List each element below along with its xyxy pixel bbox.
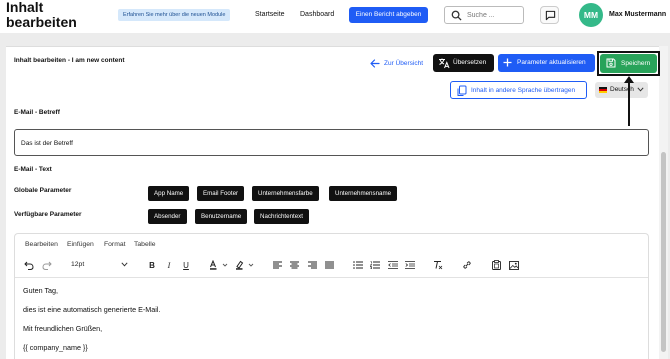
bold-icon[interactable]: B bbox=[146, 259, 158, 271]
subject-input[interactable] bbox=[21, 138, 621, 148]
nav-startseite[interactable]: Startseite bbox=[255, 11, 285, 18]
save-button-label: Speichern bbox=[621, 60, 651, 67]
report-button[interactable]: Einen Bericht abgeben bbox=[349, 7, 428, 23]
update-parameters-label: Parameter aktualisieren bbox=[517, 59, 586, 66]
new-modules-badge[interactable]: Erfahren Sie mehr über die neuen Module bbox=[118, 9, 231, 21]
save-button[interactable]: Speichern bbox=[600, 54, 657, 73]
indent-icon[interactable] bbox=[404, 259, 416, 271]
bullet-list-icon[interactable] bbox=[352, 259, 364, 271]
back-link-label: Zur Übersicht bbox=[384, 60, 424, 67]
param-chip-company-color[interactable]: Unternehmensfarbe bbox=[252, 186, 319, 201]
menu-format[interactable]: Format bbox=[104, 241, 126, 248]
subject-label: E-Mail - Betreff bbox=[14, 109, 60, 116]
translate-button-label: Übersetzen bbox=[453, 59, 487, 66]
page-title: Inhalt bearbeiten - I am new content bbox=[14, 57, 125, 64]
menu-table[interactable]: Tabelle bbox=[134, 241, 156, 248]
top-header: Inhalt bearbeiten Erfahren Sie mehr über… bbox=[0, 0, 670, 33]
annotation-arrow-line bbox=[628, 82, 630, 126]
translate-button[interactable]: Übersetzen bbox=[433, 54, 494, 72]
german-flag-icon bbox=[599, 87, 607, 93]
avatar[interactable]: MM bbox=[579, 3, 603, 27]
italic-icon[interactable]: I bbox=[163, 259, 175, 271]
translate-icon bbox=[439, 58, 450, 69]
param-chip-app-name[interactable]: App Name bbox=[148, 186, 190, 201]
chat-icon bbox=[545, 10, 556, 21]
available-parameters-label: Verfügbare Parameter bbox=[14, 211, 82, 218]
chevron-down-icon bbox=[637, 87, 644, 92]
chevron-down-icon bbox=[121, 262, 128, 267]
transfer-language-button[interactable]: Inhalt in andere Sprache übertragen bbox=[450, 81, 587, 99]
align-justify-icon[interactable] bbox=[323, 259, 335, 271]
undo-icon[interactable] bbox=[23, 259, 35, 271]
menu-edit[interactable]: Bearbeiten bbox=[25, 241, 58, 248]
align-left-icon[interactable] bbox=[271, 259, 283, 271]
editor-line-body[interactable]: dies ist eine automatisch generierte E-M… bbox=[23, 305, 160, 314]
search-icon bbox=[451, 10, 462, 21]
subject-field[interactable] bbox=[14, 129, 649, 156]
update-parameters-button[interactable]: Parameter aktualisieren bbox=[498, 54, 595, 72]
nav-dashboard[interactable]: Dashboard bbox=[300, 11, 334, 18]
param-chip-company-name[interactable]: Unternehmensname bbox=[329, 186, 398, 201]
font-size-select[interactable]: 12pt bbox=[66, 259, 130, 272]
plus-icon bbox=[503, 58, 512, 67]
user-name[interactable]: Max Mustermann bbox=[609, 11, 666, 18]
image-icon[interactable] bbox=[508, 259, 520, 271]
editor-line-company-placeholder[interactable]: {{ company_name }} bbox=[23, 343, 88, 352]
editor-line-greeting[interactable]: Guten Tag, bbox=[23, 286, 58, 295]
copy-icon bbox=[457, 85, 467, 96]
param-chip-sender[interactable]: Absender bbox=[148, 209, 187, 224]
arrow-left-icon bbox=[370, 59, 380, 68]
toolbar-divider bbox=[15, 277, 648, 278]
align-center-icon[interactable] bbox=[288, 259, 300, 271]
highlight-icon[interactable] bbox=[235, 259, 255, 271]
messages-button[interactable] bbox=[540, 6, 559, 24]
clear-format-icon[interactable] bbox=[432, 259, 444, 271]
menu-insert[interactable]: Einfügen bbox=[67, 241, 94, 248]
param-chip-message-text[interactable]: Nachrichtentext bbox=[254, 209, 309, 224]
email-text-label: E-Mail - Text bbox=[14, 166, 52, 173]
search-input[interactable] bbox=[467, 10, 521, 21]
app-title-line-2: bearbeiten bbox=[6, 14, 77, 30]
editor-line-closing[interactable]: Mit freundlichen Grüßen, bbox=[23, 324, 102, 333]
redo-icon[interactable] bbox=[41, 259, 53, 271]
paste-icon[interactable] bbox=[490, 259, 502, 271]
rich-text-editor bbox=[14, 233, 649, 359]
param-chip-username[interactable]: Benutzername bbox=[195, 209, 248, 224]
font-size-value: 12pt bbox=[71, 261, 85, 268]
numbered-list-icon[interactable] bbox=[369, 259, 381, 271]
search-box[interactable] bbox=[444, 6, 524, 24]
text-color-icon[interactable] bbox=[209, 259, 229, 271]
app-title: Inhalt bearbeiten bbox=[6, 0, 77, 30]
language-select[interactable]: Deutsch bbox=[595, 82, 648, 98]
scrollbar-thumb[interactable] bbox=[661, 152, 666, 352]
floppy-disk-icon bbox=[606, 58, 616, 68]
app-title-line-1: Inhalt bbox=[6, 0, 44, 15]
underline-icon[interactable]: U bbox=[180, 259, 192, 271]
outdent-icon[interactable] bbox=[387, 259, 399, 271]
align-right-icon[interactable] bbox=[306, 259, 318, 271]
global-parameters-label: Globale Parameter bbox=[14, 187, 72, 194]
language-select-value: Deutsch bbox=[610, 86, 634, 93]
param-chip-email-footer[interactable]: Email Footer bbox=[197, 186, 245, 201]
transfer-language-label: Inhalt in andere Sprache übertragen bbox=[471, 87, 576, 94]
link-icon[interactable] bbox=[461, 259, 473, 271]
